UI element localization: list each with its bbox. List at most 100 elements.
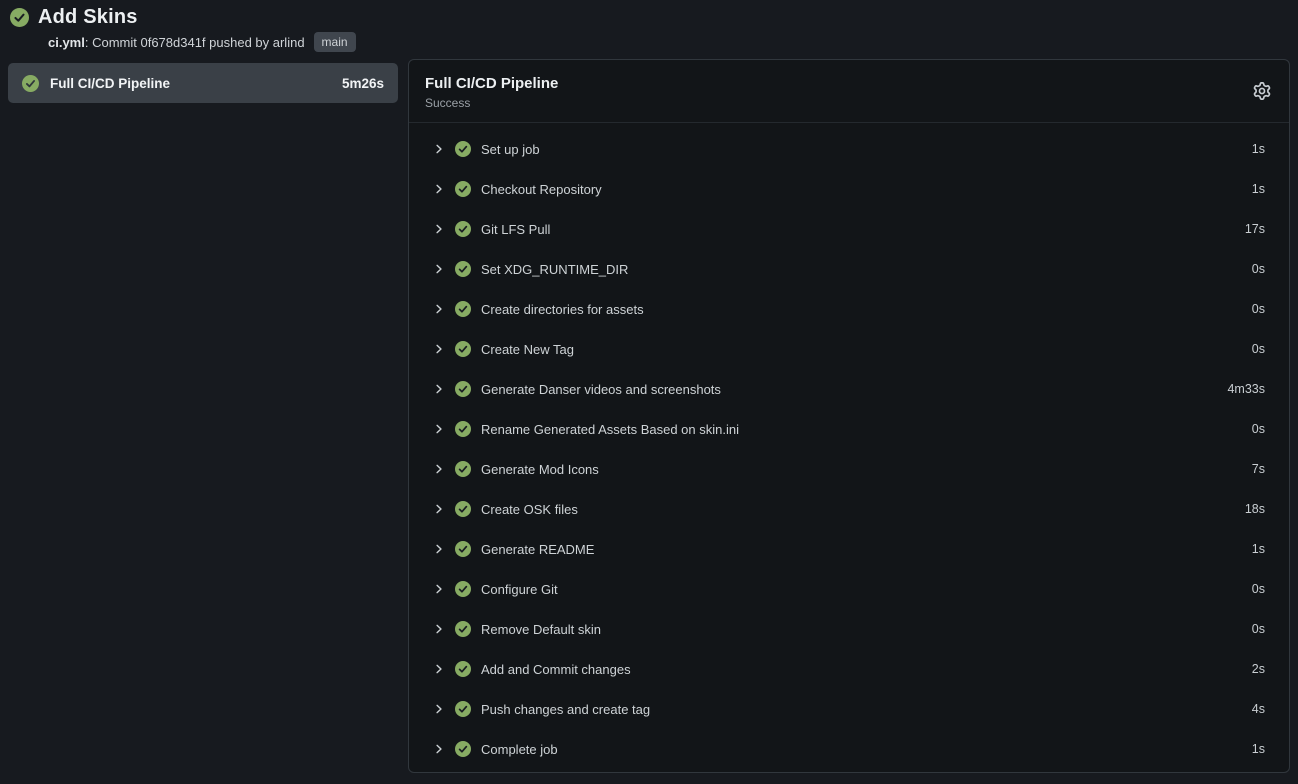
step-duration: 7s xyxy=(1252,462,1265,476)
job-item[interactable]: Full CI/CD Pipeline 5m26s xyxy=(8,63,398,103)
step-duration: 1s xyxy=(1252,542,1265,556)
step-row[interactable]: Create OSK files 18s xyxy=(409,489,1289,529)
check-circle-icon xyxy=(455,541,471,557)
step-name: Generate Danser videos and screenshots xyxy=(481,382,721,397)
step-duration: 0s xyxy=(1252,262,1265,276)
chevron-right-icon[interactable] xyxy=(433,623,445,635)
step-list: Set up job 1s Checkout Repository 1s xyxy=(409,123,1289,769)
chevron-right-icon[interactable] xyxy=(433,743,445,755)
step-duration: 17s xyxy=(1245,222,1265,236)
check-circle-icon xyxy=(455,141,471,157)
commit-line: ci.yml: Commit 0f678d341f pushed by arli… xyxy=(48,35,305,50)
step-duration: 0s xyxy=(1252,302,1265,316)
step-row[interactable]: Complete job 1s xyxy=(409,729,1289,769)
step-name: Create OSK files xyxy=(481,502,578,517)
step-name: Create New Tag xyxy=(481,342,574,357)
panel-header: Full CI/CD Pipeline Success xyxy=(409,60,1289,123)
check-circle-icon xyxy=(455,581,471,597)
step-name: Add and Commit changes xyxy=(481,662,631,677)
step-name: Push changes and create tag xyxy=(481,702,650,717)
run-status-check-circle-icon xyxy=(10,8,29,27)
step-row[interactable]: Create New Tag 0s xyxy=(409,329,1289,369)
step-duration: 2s xyxy=(1252,662,1265,676)
chevron-right-icon[interactable] xyxy=(433,543,445,555)
step-name: Generate Mod Icons xyxy=(481,462,599,477)
step-duration: 1s xyxy=(1252,182,1265,196)
check-circle-icon xyxy=(455,221,471,237)
check-circle-icon xyxy=(455,301,471,317)
step-row[interactable]: Generate Danser videos and screenshots 4… xyxy=(409,369,1289,409)
job-status-check-circle-icon xyxy=(22,75,39,92)
chevron-right-icon[interactable] xyxy=(433,423,445,435)
step-duration: 18s xyxy=(1245,502,1265,516)
step-row[interactable]: Set up job 1s xyxy=(409,129,1289,169)
step-duration: 0s xyxy=(1252,582,1265,596)
chevron-right-icon[interactable] xyxy=(433,503,445,515)
step-name: Generate README xyxy=(481,542,594,557)
check-circle-icon xyxy=(455,381,471,397)
run-header: Add Skins ci.yml: Commit 0f678d341f push… xyxy=(0,0,1298,59)
chevron-right-icon[interactable] xyxy=(433,263,445,275)
step-duration: 4s xyxy=(1252,702,1265,716)
panel-status: Success xyxy=(425,96,558,110)
step-row[interactable]: Remove Default skin 0s xyxy=(409,609,1289,649)
step-row[interactable]: Generate README 1s xyxy=(409,529,1289,569)
step-row[interactable]: Set XDG_RUNTIME_DIR 0s xyxy=(409,249,1289,289)
check-circle-icon xyxy=(455,661,471,677)
step-row[interactable]: Add and Commit changes 2s xyxy=(409,649,1289,689)
step-name: Complete job xyxy=(481,742,558,757)
step-name: Remove Default skin xyxy=(481,622,601,637)
check-circle-icon xyxy=(455,701,471,717)
check-circle-icon xyxy=(455,461,471,477)
check-circle-icon xyxy=(455,261,471,277)
step-name: Set up job xyxy=(481,142,540,157)
check-circle-icon xyxy=(455,741,471,757)
run-body: Full CI/CD Pipeline 5m26s Full CI/CD Pip… xyxy=(0,59,1298,773)
step-row[interactable]: Checkout Repository 1s xyxy=(409,169,1289,209)
chevron-right-icon[interactable] xyxy=(433,583,445,595)
job-name: Full CI/CD Pipeline xyxy=(50,76,331,91)
step-duration: 0s xyxy=(1252,622,1265,636)
commit-info: : Commit 0f678d341f pushed by arlind xyxy=(85,35,305,50)
chevron-right-icon[interactable] xyxy=(433,383,445,395)
check-circle-icon xyxy=(455,421,471,437)
step-duration: 0s xyxy=(1252,422,1265,436)
step-duration: 1s xyxy=(1252,142,1265,156)
step-name: Rename Generated Assets Based on skin.in… xyxy=(481,422,739,437)
step-row[interactable]: Rename Generated Assets Based on skin.in… xyxy=(409,409,1289,449)
check-circle-icon xyxy=(455,341,471,357)
panel-header-text: Full CI/CD Pipeline Success xyxy=(425,75,558,110)
chevron-right-icon[interactable] xyxy=(433,463,445,475)
step-row[interactable]: Generate Mod Icons 7s xyxy=(409,449,1289,489)
chevron-right-icon[interactable] xyxy=(433,703,445,715)
actions-run-page: Add Skins ci.yml: Commit 0f678d341f push… xyxy=(0,0,1298,773)
job-detail-panel: Full CI/CD Pipeline Success xyxy=(408,59,1290,773)
step-name: Git LFS Pull xyxy=(481,222,550,237)
run-subtitle: ci.yml: Commit 0f678d341f pushed by arli… xyxy=(48,32,1288,52)
step-duration: 0s xyxy=(1252,342,1265,356)
job-settings-button[interactable] xyxy=(1251,80,1273,105)
workflow-file-name: ci.yml xyxy=(48,35,85,50)
step-row[interactable]: Git LFS Pull 17s xyxy=(409,209,1289,249)
step-name: Create directories for assets xyxy=(481,302,644,317)
branch-badge[interactable]: main xyxy=(314,32,356,52)
chevron-right-icon[interactable] xyxy=(433,143,445,155)
step-name: Set XDG_RUNTIME_DIR xyxy=(481,262,628,277)
step-row[interactable]: Create directories for assets 0s xyxy=(409,289,1289,329)
run-title: Add Skins xyxy=(38,6,138,29)
chevron-right-icon[interactable] xyxy=(433,663,445,675)
step-name: Configure Git xyxy=(481,582,558,597)
job-duration: 5m26s xyxy=(342,76,384,91)
chevron-right-icon[interactable] xyxy=(433,183,445,195)
step-row[interactable]: Push changes and create tag 4s xyxy=(409,689,1289,729)
chevron-right-icon[interactable] xyxy=(433,343,445,355)
gear-icon xyxy=(1253,82,1271,103)
step-duration: 4m33s xyxy=(1227,382,1265,396)
step-name: Checkout Repository xyxy=(481,182,602,197)
chevron-right-icon[interactable] xyxy=(433,223,445,235)
step-row[interactable]: Configure Git 0s xyxy=(409,569,1289,609)
jobs-sidebar: Full CI/CD Pipeline 5m26s xyxy=(8,59,398,103)
panel-title: Full CI/CD Pipeline xyxy=(425,75,558,92)
chevron-right-icon[interactable] xyxy=(433,303,445,315)
check-circle-icon xyxy=(455,181,471,197)
